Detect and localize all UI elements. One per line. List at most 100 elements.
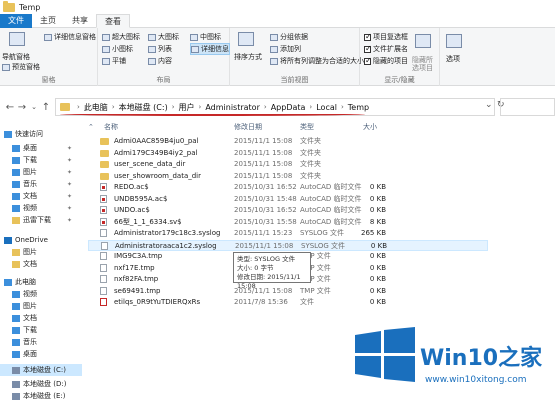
sort-button[interactable] [238, 32, 256, 46]
column-header-date[interactable]: 修改日期 [234, 120, 262, 134]
sidebar-item[interactable]: 文档 [0, 312, 37, 324]
sidebar-item[interactable]: OneDrive [0, 234, 48, 246]
breadcrumb-local[interactable]: Local [315, 103, 338, 112]
table-row[interactable]: 66型_1_1_6334.sv$ 2015/10/31 15:58 AutoCAD … [88, 217, 488, 228]
table-row[interactable]: REDO.ac$ 2015/10/31 16:52 AutoCAD 临时文件 0 KB [88, 182, 488, 193]
sidebar-item[interactable]: 迅雷下载 ✦ [0, 214, 72, 226]
checkbox-checked[interactable] [364, 32, 372, 41]
tab-file[interactable]: 文件 [0, 14, 32, 28]
folder-icon [3, 0, 15, 12]
sidebar-item[interactable]: 本地磁盘 (D:) [0, 378, 66, 390]
file-extensions-toggle[interactable]: 文件扩展名 [364, 44, 408, 54]
layout-item-label: 小图标 [112, 45, 133, 53]
pin-icon[interactable]: ✦ [67, 169, 72, 176]
table-row[interactable]: UNDB595A.ac$ 2015/10/31 15:48 AutoCAD 临时文件… [88, 194, 488, 205]
sidebar-item[interactable]: 本地磁盘 (C:) [0, 364, 82, 376]
sidebar-item[interactable]: 快速访问 [0, 128, 43, 140]
layout-small-icons[interactable]: 小图标 [102, 44, 133, 54]
fit-columns-button[interactable]: 将所有列调整为合适的大小 [270, 56, 364, 66]
sidebar-item[interactable]: 本地磁盘 (E:) [0, 390, 65, 402]
tab-view[interactable]: 查看 [96, 14, 130, 28]
sidebar-item[interactable]: 此电脑 [0, 276, 36, 288]
group-by-button[interactable]: 分组依据 [270, 32, 308, 42]
breadcrumb-administrator[interactable]: Administrator [204, 103, 261, 112]
chevron-right-icon[interactable]: › [109, 103, 118, 111]
options-button[interactable] [446, 34, 464, 48]
pin-icon[interactable]: ✦ [67, 217, 72, 224]
sidebar-item[interactable]: 下载 [0, 324, 37, 336]
table-row[interactable]: UNDO.ac$ 2015/10/31 16:52 AutoCAD 临时文件 0 KB [88, 205, 488, 216]
column-header-name[interactable]: 名称 [104, 120, 118, 134]
column-header-type[interactable]: 类型 [300, 120, 314, 134]
sidebar-item[interactable]: 桌面 ✦ [0, 142, 72, 154]
breadcrumb-appdata[interactable]: AppData [270, 103, 307, 112]
forward-arrow-icon[interactable]: → [16, 102, 28, 113]
table-row[interactable]: Administrator179c18c3.syslog 2015/11/1 15… [88, 228, 488, 239]
chevron-right-icon[interactable]: › [338, 103, 347, 111]
up-arrow-icon[interactable]: ↑ [40, 102, 52, 113]
breadcrumb-users[interactable]: 用户 [178, 102, 196, 113]
chevron-right-icon[interactable]: › [261, 103, 270, 111]
breadcrumb-this-pc[interactable]: 此电脑 [83, 102, 109, 113]
details-pane-button[interactable]: 详细信息窗格 [44, 32, 96, 42]
fit-columns-label: 将所有列调整为合适的大小 [280, 57, 364, 65]
layout-large-icons[interactable]: 大图标 [148, 32, 179, 42]
watermark-url: www.win10xitong.com [425, 375, 527, 385]
sidebar-item[interactable]: 图片 [0, 300, 37, 312]
sidebar-item[interactable]: 图片 [0, 246, 37, 258]
chevron-right-icon[interactable]: › [196, 103, 205, 111]
table-row[interactable]: etilqs_0R9tYuTDIERQxRs 2011/7/8 15:36 文件 0 … [88, 297, 488, 308]
hide-selected-label[interactable]: 隐藏所选项目 [412, 56, 438, 72]
search-input[interactable] [500, 98, 555, 116]
chevron-down-icon[interactable]: ⌄ [485, 100, 493, 110]
column-header-size[interactable]: 大小 [363, 120, 377, 134]
pin-icon[interactable]: ✦ [67, 145, 72, 152]
tab-share[interactable]: 共享 [64, 14, 96, 28]
preview-pane-button[interactable]: 预览窗格 [2, 62, 40, 72]
pin-icon[interactable]: ✦ [67, 181, 72, 188]
table-row[interactable]: Admi179C349B4iy2_pal 2015/11/1 15:08 文件夹 [88, 148, 488, 159]
recent-chevron-down-icon[interactable]: ⌄ [28, 103, 40, 111]
document-icon [12, 192, 20, 200]
sidebar-item[interactable]: 下载 ✦ [0, 154, 72, 166]
pin-icon[interactable]: ✦ [67, 205, 72, 212]
nav-pane-button[interactable] [4, 32, 32, 46]
layout-medium-icons[interactable]: 中图标 [190, 32, 221, 42]
layout-content[interactable]: 内容 [148, 56, 172, 66]
sidebar-item[interactable]: 文档 ✦ [0, 190, 72, 202]
chevron-right-icon[interactable]: › [74, 103, 83, 111]
chevron-right-icon[interactable]: › [169, 103, 178, 111]
item-checkboxes-toggle[interactable]: 项目复选框 [364, 32, 408, 42]
layout-extra-large-icons[interactable]: 超大图标 [102, 32, 140, 42]
sidebar-item[interactable]: 视频 ✦ [0, 202, 72, 214]
breadcrumb-local-disk-c[interactable]: 本地磁盘 (C:) [118, 102, 169, 113]
checkbox-checked[interactable] [364, 44, 372, 53]
pin-icon[interactable]: ✦ [67, 193, 72, 200]
checkbox-checked[interactable] [364, 56, 372, 65]
layout-details[interactable]: 详细信息 [190, 43, 230, 55]
sidebar-item[interactable]: 视频 [0, 288, 37, 300]
hide-selected-button[interactable] [415, 34, 433, 48]
hidden-items-toggle[interactable]: 隐藏的项目 [364, 56, 408, 66]
layout-tiles[interactable]: 平铺 [102, 56, 126, 66]
sidebar-item[interactable]: 文档 [0, 258, 37, 270]
breadcrumb-temp[interactable]: Temp [347, 103, 370, 112]
sidebar-item[interactable]: 桌面 [0, 348, 37, 360]
chevron-right-icon[interactable]: › [306, 103, 315, 111]
options-label[interactable]: 选项 [446, 54, 460, 64]
tab-home[interactable]: 主页 [32, 14, 64, 28]
sidebar-item[interactable]: 音乐 [0, 336, 37, 348]
table-row[interactable]: user_showroom_data_dir 2015/11/1 15:08 文件夹 [88, 171, 488, 182]
back-arrow-icon[interactable]: ← [4, 102, 16, 113]
pin-icon[interactable]: ✦ [67, 157, 72, 164]
video-icon [12, 204, 20, 212]
sidebar-item[interactable]: 图片 ✦ [0, 166, 72, 178]
table-row[interactable]: Administratoraaca1c2.syslog 2015/11/1 15:… [88, 239, 488, 251]
nav-pane-label[interactable]: 导航窗格 [2, 52, 30, 62]
layout-list[interactable]: 列表 [148, 44, 172, 54]
sidebar-item[interactable]: 音乐 ✦ [0, 178, 72, 190]
add-column-button[interactable]: 添加列 [270, 44, 301, 54]
sort-label[interactable]: 排序方式 [234, 52, 262, 62]
table-row[interactable]: Admi0AAC859B4ju0_pal 2015/11/1 15:08 文件夹 [88, 136, 488, 147]
table-row[interactable]: user_scene_data_dir 2015/11/1 15:08 文件夹 [88, 159, 488, 170]
